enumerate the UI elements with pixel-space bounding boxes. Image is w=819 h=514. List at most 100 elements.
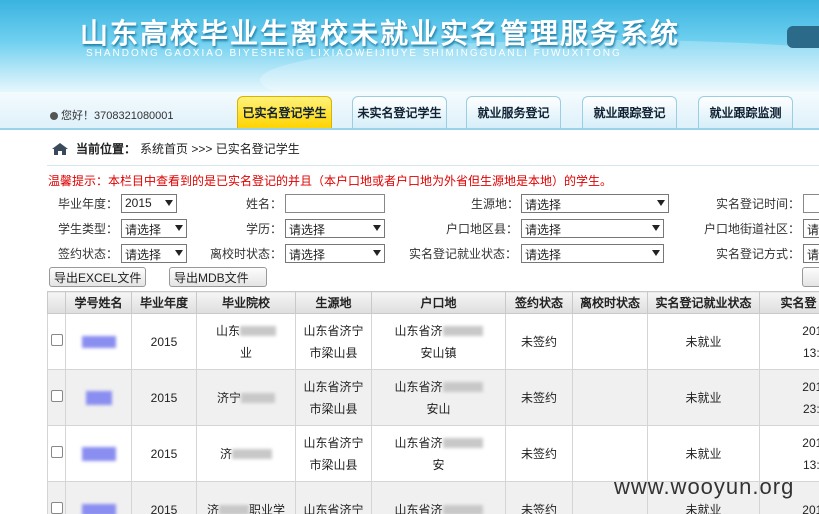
row-select[interactable] bbox=[47, 481, 66, 514]
school-cell: 济 职业学 bbox=[196, 481, 296, 514]
breadcrumb-label: 当前位置： bbox=[76, 142, 137, 156]
regtime-label: 实名登记时间： bbox=[716, 197, 801, 211]
redacted-school bbox=[241, 393, 275, 404]
reg-method-select[interactable]: 请 bbox=[803, 244, 819, 263]
leave-header[interactable]: 离校时状态 bbox=[572, 291, 648, 314]
origin-line-2: 市梁山县 bbox=[309, 457, 358, 472]
origin-header[interactable]: 生源地 bbox=[295, 291, 372, 314]
user-dot-icon bbox=[50, 112, 58, 120]
tab-unregistered-students[interactable]: 未实名登记学生 bbox=[352, 96, 447, 128]
hukou-cell: 山东省济安山镇 bbox=[371, 313, 506, 370]
street-label: 户口地街道社区： bbox=[704, 222, 801, 236]
hukou-county-select[interactable]: 请选择 bbox=[521, 219, 664, 238]
hukou-line-2: 安山镇 bbox=[420, 345, 457, 360]
student-name-link[interactable] bbox=[65, 369, 132, 426]
origin-cell: 山东省济宁 bbox=[295, 481, 372, 514]
year-select-value: 2015 bbox=[125, 196, 152, 210]
school-header[interactable]: 毕业院校 bbox=[196, 291, 296, 314]
sign-header[interactable]: 签约状态 bbox=[505, 291, 573, 314]
sign-status-select[interactable]: 请选择 bbox=[121, 244, 187, 263]
chevron-down-icon bbox=[165, 200, 173, 206]
row-checkbox[interactable] bbox=[50, 501, 63, 514]
sign-cell: 未签约 bbox=[505, 481, 573, 514]
year-select[interactable]: 2015 bbox=[121, 194, 177, 213]
search-button[interactable] bbox=[802, 267, 819, 287]
hukou-header[interactable]: 户口地 bbox=[371, 291, 506, 314]
education-select[interactable]: 请选择 bbox=[285, 219, 385, 238]
year-cell: 2015 bbox=[131, 425, 197, 482]
export-mdb-button[interactable]: 导出MDB文件 bbox=[169, 267, 267, 287]
emp-status-label: 实名登记就业状态： bbox=[409, 247, 518, 261]
school-cell: 济宁 bbox=[196, 369, 296, 426]
time-line-2: 23:53 bbox=[802, 401, 819, 416]
origin-select[interactable]: 请选择 bbox=[521, 194, 669, 213]
year-header[interactable]: 毕业年度 bbox=[131, 291, 197, 314]
row-checkbox[interactable] bbox=[50, 389, 63, 402]
hukou-line-1: 山东省济 bbox=[394, 323, 443, 338]
redacted-name bbox=[85, 391, 112, 406]
hukou-line-2: 安山 bbox=[426, 401, 451, 416]
tab-employment-monitoring[interactable]: 就业跟踪监测 bbox=[698, 96, 793, 128]
row-select[interactable] bbox=[47, 425, 66, 482]
student-name-link[interactable] bbox=[65, 313, 132, 370]
time-line-2: 13:14 bbox=[802, 457, 819, 472]
education-label: 学历： bbox=[246, 222, 283, 236]
tab-registered-students[interactable]: 已实名登记学生 bbox=[237, 96, 332, 128]
name-header[interactable]: 学号姓名 bbox=[65, 291, 132, 314]
sign-status-value: 请选择 bbox=[125, 248, 162, 262]
hukou-cell: 山东省济安 bbox=[371, 425, 506, 482]
home-icon bbox=[52, 143, 68, 155]
time-line-1: 2015- bbox=[802, 323, 819, 338]
banner-corner-button[interactable] bbox=[787, 26, 819, 48]
chevron-down-icon bbox=[657, 200, 665, 206]
year-cell: 2015 bbox=[131, 369, 197, 426]
row-checkbox[interactable] bbox=[50, 445, 63, 458]
emp-cell: 未就业 bbox=[647, 369, 760, 426]
origin-line-1: 山东省济宁 bbox=[303, 379, 364, 394]
row-select[interactable] bbox=[47, 369, 66, 426]
table-header-row: 学号姓名 毕业年度 毕业院校 生源地 户口地 签约状态 离校时状态 实名登记就业… bbox=[47, 291, 819, 314]
breadcrumb-path: 系统首页 >>> 已实名登记学生 bbox=[140, 142, 300, 156]
origin-cell: 山东省济宁 市梁山县 bbox=[295, 369, 372, 426]
redacted-hukou bbox=[442, 382, 483, 393]
sign-cell: 未签约 bbox=[505, 313, 573, 370]
year-cell: 2015 bbox=[131, 481, 197, 514]
chevron-down-icon bbox=[175, 250, 183, 256]
hukou-line-1: 山东省济 bbox=[394, 379, 443, 394]
reg-method-label: 实名登记方式： bbox=[716, 247, 801, 261]
origin-line-2: 市梁山县 bbox=[309, 345, 358, 360]
leave-status-select[interactable]: 请选择 bbox=[285, 244, 385, 263]
tab-employment-tracking[interactable]: 就业跟踪登记 bbox=[582, 96, 677, 128]
chevron-down-icon bbox=[652, 250, 660, 256]
export-excel-button[interactable]: 导出EXCEL文件 bbox=[49, 267, 147, 287]
origin-cell: 山东省济宁 市梁山县 bbox=[295, 313, 372, 370]
year-label: 毕业年度： bbox=[58, 197, 119, 211]
row-select[interactable] bbox=[47, 313, 66, 370]
leave-cell bbox=[572, 369, 648, 426]
system-subtitle: SHANDONG GAOXIAO BIYESHENG LIXIAOWEIJIUY… bbox=[86, 48, 622, 59]
redacted-school bbox=[240, 326, 276, 337]
redacted-hukou bbox=[442, 326, 483, 337]
emp-status-select[interactable]: 请选择 bbox=[521, 244, 664, 263]
time-line-1: 2015- bbox=[802, 435, 819, 450]
street-select[interactable]: 请 bbox=[803, 219, 819, 238]
time-header[interactable]: 实名登 bbox=[759, 291, 819, 314]
school-line-1: 济宁 bbox=[216, 390, 241, 405]
tab-employment-service[interactable]: 就业服务登记 bbox=[466, 96, 561, 128]
origin-line-1: 山东省济宁 bbox=[303, 323, 364, 338]
student-name-link[interactable] bbox=[65, 425, 132, 482]
row-checkbox[interactable] bbox=[50, 333, 63, 346]
regtime-input[interactable] bbox=[803, 194, 819, 213]
reg-method-value: 请 bbox=[807, 248, 819, 262]
student-name-link[interactable] bbox=[65, 481, 132, 514]
nav-bar: 您好！3708321080001 已实名登记学生 未实名登记学生 就业服务登记 … bbox=[0, 92, 819, 130]
time-line-2: 13:14 bbox=[802, 345, 819, 360]
school-line-1: 济 bbox=[219, 446, 232, 461]
origin-label: 生源地： bbox=[471, 197, 520, 211]
redacted-school bbox=[232, 449, 272, 460]
redacted-school bbox=[219, 505, 249, 514]
emp-header[interactable]: 实名登记就业状态 bbox=[647, 291, 760, 314]
student-type-select[interactable]: 请选择 bbox=[121, 219, 187, 238]
sign-status-label: 签约状态： bbox=[58, 247, 119, 261]
name-input[interactable] bbox=[285, 194, 385, 213]
